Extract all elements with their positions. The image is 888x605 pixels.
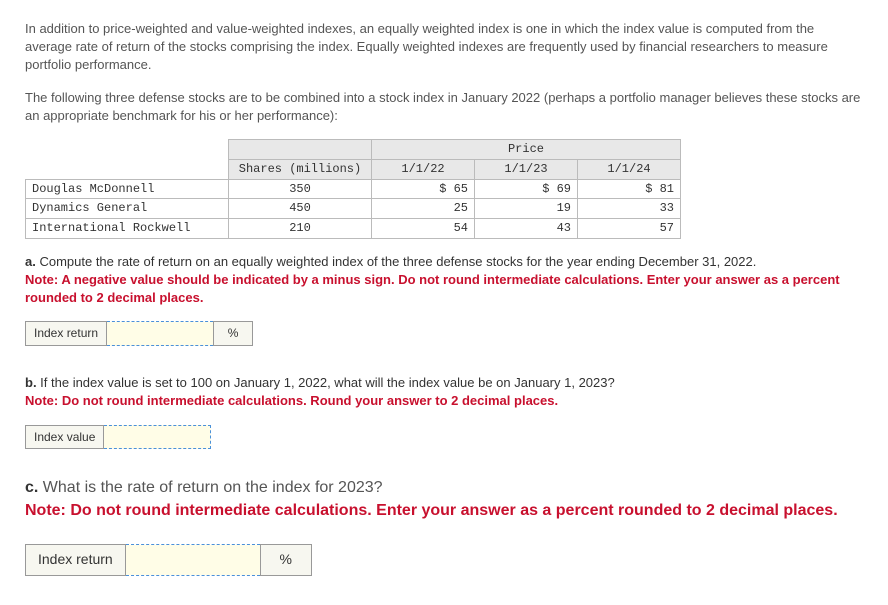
- table-row: Douglas McDonnell 350 $ 65 $ 69 $ 81: [26, 179, 681, 199]
- percent-unit: %: [214, 322, 253, 346]
- table-row: Dynamics General 450 25 19 33: [26, 199, 681, 219]
- percent-unit: %: [260, 545, 311, 576]
- table-row: International Rockwell 210 54 43 57: [26, 219, 681, 239]
- answer-a-label: Index return: [26, 322, 107, 346]
- date-1-header: 1/1/22: [372, 159, 475, 179]
- question-c-note: Note: Do not round intermediate calculat…: [25, 502, 838, 519]
- date-3-header: 1/1/24: [578, 159, 681, 179]
- answer-c-row: Index return %: [25, 544, 863, 576]
- shares-header: Shares (millions): [229, 159, 372, 179]
- question-b-note: Note: Do not round intermediate calculat…: [25, 393, 558, 408]
- answer-c-label: Index return: [26, 545, 126, 576]
- index-value-b-input[interactable]: [104, 425, 211, 449]
- question-c: c. What is the rate of return on the ind…: [25, 477, 863, 575]
- index-return-c-input[interactable]: [125, 545, 260, 576]
- price-header: Price: [372, 139, 681, 159]
- answer-a-row: Index return %: [25, 321, 863, 346]
- answer-b-label: Index value: [26, 425, 104, 449]
- intro-paragraph-1: In addition to price-weighted and value-…: [25, 20, 863, 75]
- index-return-a-input[interactable]: [107, 322, 214, 346]
- question-b: b. If the index value is set to 100 on J…: [25, 374, 863, 410]
- question-a: a. Compute the rate of return on an equa…: [25, 253, 863, 308]
- date-2-header: 1/1/23: [475, 159, 578, 179]
- question-a-note: Note: A negative value should be indicat…: [25, 272, 840, 305]
- stock-data-table: Price Shares (millions) 1/1/22 1/1/23 1/…: [25, 139, 681, 239]
- intro-paragraph-2: The following three defense stocks are t…: [25, 89, 863, 125]
- answer-b-row: Index value: [25, 425, 863, 450]
